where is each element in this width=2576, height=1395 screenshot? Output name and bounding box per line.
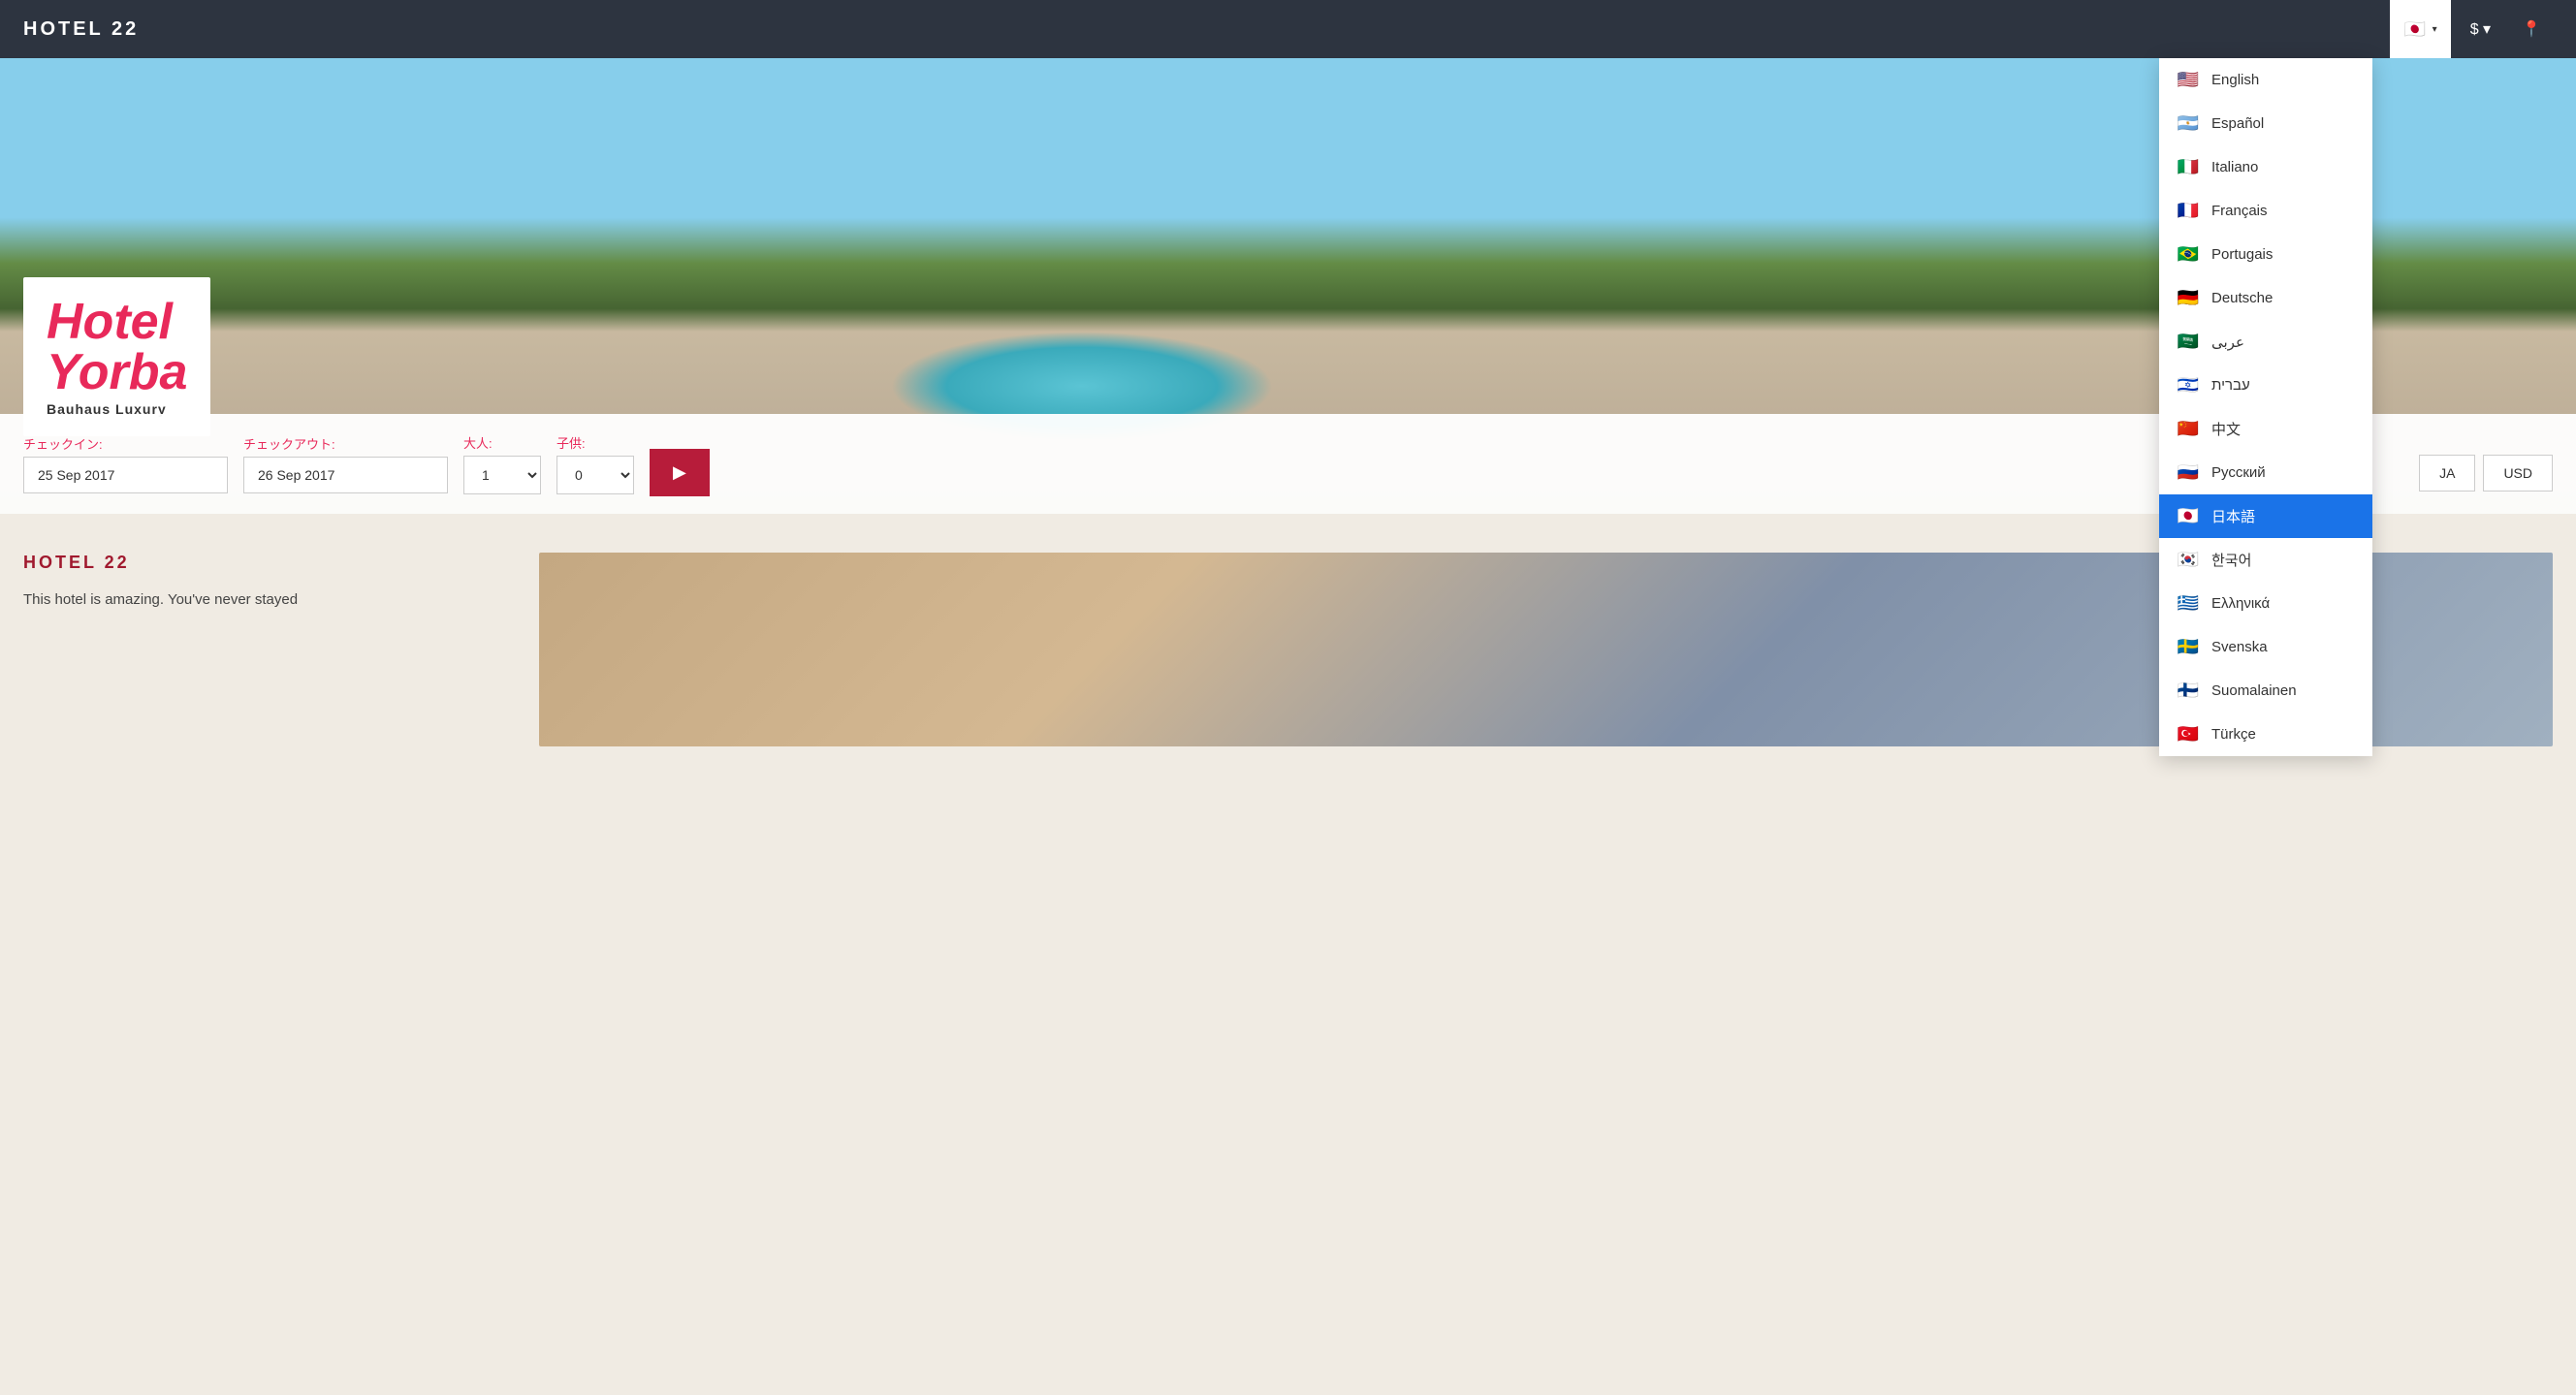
lang-caret: ▾ xyxy=(2433,24,2437,35)
lang-label-en: English xyxy=(2211,72,2259,88)
lang-flag-he: 🇮🇱 xyxy=(2177,375,2200,396)
current-lang-flag: 🇯🇵 xyxy=(2403,19,2427,40)
header: HOTEL 22 🇯🇵 ▾ $ ▾ 📍 xyxy=(0,0,2576,58)
lang-label-zh: 中文 xyxy=(2211,419,2241,439)
lang-flag-ja: 🇯🇵 xyxy=(2177,506,2200,526)
search-button[interactable]: ▶ xyxy=(650,449,710,496)
currency-button[interactable]: $ ▾ xyxy=(2459,0,2502,58)
lang-item-el[interactable]: 🇬🇷 Ελληνικά xyxy=(2159,582,2372,625)
lang-label-fr: Français xyxy=(2211,203,2268,219)
ja-button[interactable]: JA xyxy=(2419,455,2475,491)
lang-label-sv: Svenska xyxy=(2211,639,2268,655)
lang-flag-sv: 🇸🇪 xyxy=(2177,637,2200,657)
location-icon: 📍 xyxy=(2522,21,2541,38)
lang-flag-ko: 🇰🇷 xyxy=(2177,550,2200,570)
children-field: 子供: 0 1 2 3 xyxy=(557,433,634,494)
lang-label-ja: 日本語 xyxy=(2211,506,2255,526)
lang-item-fi[interactable]: 🇫🇮 Suomalainen xyxy=(2159,669,2372,713)
hotel-logo-box: Hotel Yorba Bauhaus Luxury xyxy=(23,277,210,436)
lang-flag-el: 🇬🇷 xyxy=(2177,593,2200,614)
lang-flag-zh: 🇨🇳 xyxy=(2177,419,2200,439)
checkout-field: チェックアウト: xyxy=(243,434,448,493)
adults-label: 大人: xyxy=(463,433,541,452)
lang-label-de: Deutsche xyxy=(2211,290,2273,306)
lang-flag-ru: 🇷🇺 xyxy=(2177,462,2200,483)
lang-flag-fr: 🇫🇷 xyxy=(2177,201,2200,221)
lang-flag-ar: 🇸🇦 xyxy=(2177,332,2200,352)
header-right: 🇯🇵 ▾ $ ▾ 📍 xyxy=(2390,0,2553,58)
content-left: HOTEL 22 This hotel is amazing. You've n… xyxy=(23,553,508,746)
checkout-label: チェックアウト: xyxy=(243,434,448,453)
currency-label: $ xyxy=(2470,21,2479,38)
lang-label-es: Español xyxy=(2211,115,2264,132)
lang-item-it[interactable]: 🇮🇹 Italiano xyxy=(2159,145,2372,189)
checkin-input[interactable] xyxy=(23,457,228,493)
lang-label-ko: 한국어 xyxy=(2211,550,2251,570)
lang-flag-it: 🇮🇹 xyxy=(2177,157,2200,177)
lang-label-fi: Suomalainen xyxy=(2211,682,2297,699)
hotel-name-line1: Hotel Yorba xyxy=(47,297,187,397)
checkin-field: チェックイン: xyxy=(23,434,228,493)
lang-item-ru[interactable]: 🇷🇺 Русский xyxy=(2159,451,2372,494)
usd-button[interactable]: USD xyxy=(2483,455,2553,491)
language-dropdown: 🇺🇸 English 🇦🇷 Español 🇮🇹 Italiano 🇫🇷 Fra… xyxy=(2159,58,2372,756)
children-label: 子供: xyxy=(557,433,634,452)
lang-item-zh[interactable]: 🇨🇳 中文 xyxy=(2159,407,2372,451)
search-icon: ▶ xyxy=(673,462,686,482)
lang-item-pt[interactable]: 🇧🇷 Portugais xyxy=(2159,233,2372,276)
adults-select[interactable]: 1 2 3 4 xyxy=(463,456,541,494)
currency-caret: ▾ xyxy=(2483,21,2491,38)
lang-item-fr[interactable]: 🇫🇷 Français xyxy=(2159,189,2372,233)
lang-label-he: עברית xyxy=(2211,377,2250,394)
lang-flag-pt: 🇧🇷 xyxy=(2177,244,2200,265)
lang-item-sv[interactable]: 🇸🇪 Svenska xyxy=(2159,625,2372,669)
lang-item-de[interactable]: 🇩🇪 Deutsche xyxy=(2159,276,2372,320)
lang-item-tr[interactable]: 🇹🇷 Türkçe xyxy=(2159,713,2372,756)
lang-item-ar[interactable]: 🇸🇦 عربى xyxy=(2159,320,2372,364)
lang-label-el: Ελληνικά xyxy=(2211,595,2270,612)
lang-label-ar: عربى xyxy=(2211,333,2244,351)
booking-right-options: JA USD xyxy=(2419,437,2553,491)
lang-item-en[interactable]: 🇺🇸 English xyxy=(2159,58,2372,102)
lang-item-ja[interactable]: 🇯🇵 日本語 xyxy=(2159,494,2372,538)
lang-flag-de: 🇩🇪 xyxy=(2177,288,2200,308)
lang-item-es[interactable]: 🇦🇷 Español xyxy=(2159,102,2372,145)
lang-flag-es: 🇦🇷 xyxy=(2177,113,2200,134)
lang-label-tr: Türkçe xyxy=(2211,726,2256,743)
lang-item-ko[interactable]: 🇰🇷 한국어 xyxy=(2159,538,2372,582)
checkin-label: チェックイン: xyxy=(23,434,228,453)
checkout-input[interactable] xyxy=(243,457,448,493)
site-logo: HOTEL 22 xyxy=(23,18,139,41)
lang-item-he[interactable]: 🇮🇱 עברית xyxy=(2159,364,2372,407)
section-title: HOTEL 22 xyxy=(23,553,508,573)
location-button[interactable]: 📍 xyxy=(2510,0,2553,58)
lang-flag-fi: 🇫🇮 xyxy=(2177,681,2200,701)
content-description: This hotel is amazing. You've never stay… xyxy=(23,588,508,612)
children-select[interactable]: 0 1 2 3 xyxy=(557,456,634,494)
lang-flag-en: 🇺🇸 xyxy=(2177,70,2200,90)
lang-label-ru: Русский xyxy=(2211,464,2266,481)
adults-field: 大人: 1 2 3 4 xyxy=(463,433,541,494)
lang-flag-tr: 🇹🇷 xyxy=(2177,724,2200,745)
language-selector-button[interactable]: 🇯🇵 ▾ xyxy=(2390,0,2451,58)
lang-label-it: Italiano xyxy=(2211,159,2258,175)
lang-label-pt: Portugais xyxy=(2211,246,2273,263)
